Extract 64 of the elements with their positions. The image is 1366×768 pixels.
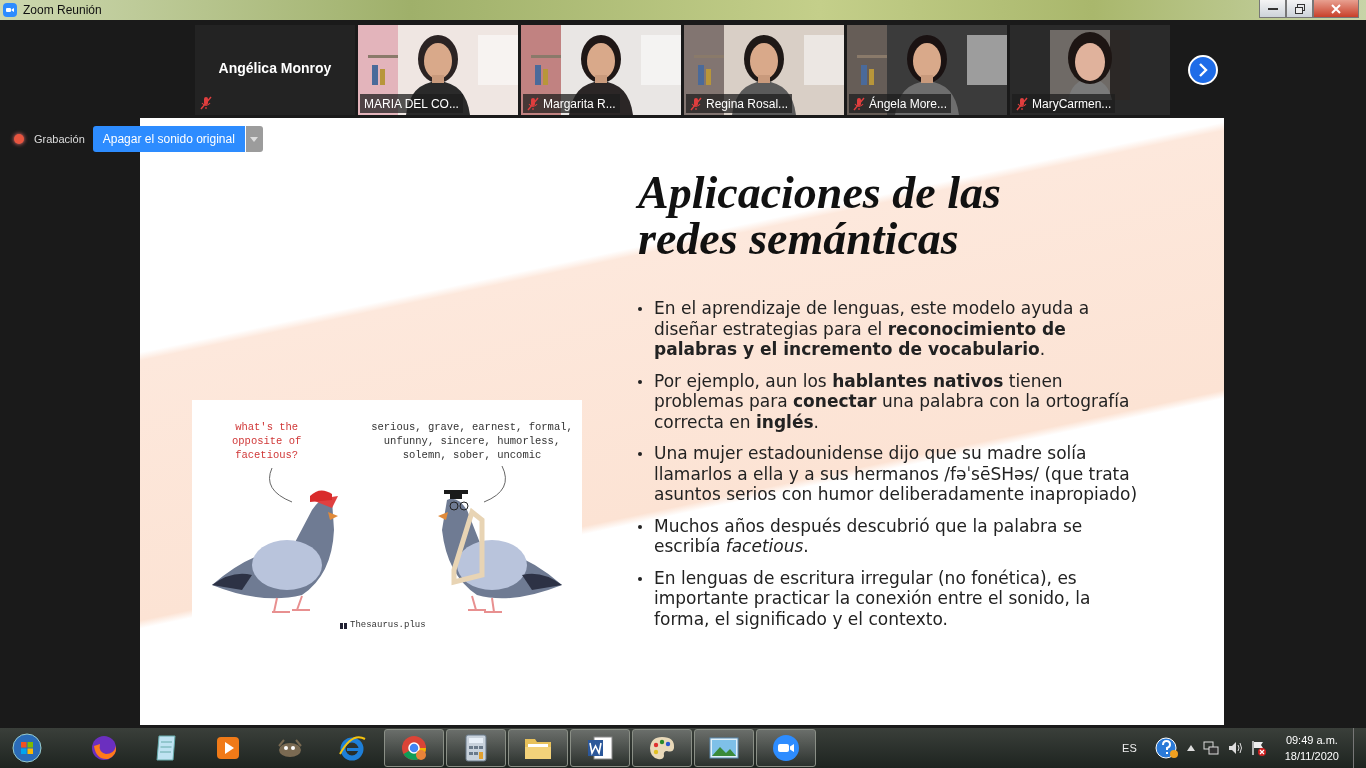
next-page-button[interactable] [1188, 55, 1218, 85]
participant-name: Margarita R... [543, 96, 616, 111]
play-icon [215, 735, 241, 761]
taskbar-app-button[interactable] [756, 729, 816, 767]
bullet-icon [638, 379, 642, 384]
taskbar-app-button[interactable] [570, 729, 630, 767]
palette-icon [648, 735, 676, 761]
bullet-text: En el aprendizaje de lenguas, este modelo ayuda a diseñar estrategias para el reconocimiento de palabras y el incremento de vocabulario. [654, 298, 1091, 360]
participant-tile[interactable]: MaryCarmen... [1010, 25, 1170, 115]
participant-tile[interactable]: Margarita R... [521, 25, 681, 115]
participant-tile[interactable]: MARIA DEL CO... [358, 25, 518, 115]
taskbar-app-button[interactable] [446, 729, 506, 767]
speaker-icon[interactable] [1226, 740, 1243, 756]
taskbar-app-button[interactable] [632, 729, 692, 767]
e-globe-icon [338, 734, 366, 762]
restore-button[interactable] [1286, 0, 1313, 18]
participant-name: MARIA DEL CO... [364, 96, 459, 111]
network-icon[interactable] [1202, 740, 1219, 756]
close-button[interactable] [1313, 0, 1359, 18]
bullet-icon [638, 452, 642, 456]
participant-name: Angélica Monroy [217, 60, 333, 76]
help-icon[interactable] [1154, 737, 1179, 759]
taskbar-app-button[interactable] [508, 729, 568, 767]
bullet-icon [638, 524, 642, 529]
restore-icon [1294, 3, 1305, 14]
recording-label: Grabación [34, 133, 85, 145]
show-hidden-icons-icon[interactable] [1186, 745, 1195, 751]
taskbar-app-button[interactable] [384, 729, 444, 767]
leader-line [269, 467, 293, 503]
bullet-text: Una mujer estadounidense dijo que su madre solía llamarlos a ella y a sus hermanos /fəˈsēSHəs/ (que trata asuntos serios con humor deliberadamente inapropiado) [654, 443, 1138, 505]
window-title: Zoom Reunión [23, 3, 102, 17]
close-icon [1331, 3, 1341, 14]
participant-name: MaryCarmen... [1032, 96, 1112, 111]
bullet-icon [638, 576, 642, 581]
fox-globe-icon [90, 734, 118, 762]
credit-text: Thesaurus.plus [350, 620, 426, 630]
minimize-button[interactable] [1259, 0, 1286, 18]
book-icon [340, 623, 347, 629]
leader-line [483, 465, 506, 503]
clock-date: 18/11/2020 [1284, 749, 1339, 764]
participant-tile[interactable]: Ángela More... [847, 25, 1007, 115]
browser-icon [400, 734, 428, 762]
participant-name: Regina Rosal... [706, 96, 789, 111]
landscape-photo-icon [709, 736, 739, 760]
language-indicator[interactable]: ES [1122, 742, 1137, 754]
bullet-text: En lenguas de escritura irregular (no fonética), es importante practicar la conexión entre el sonido, la forma, el significado y el contexto. [654, 567, 1092, 629]
bullet-icon [638, 307, 642, 311]
bullet-text: Por ejemplo, aun los hablantes nativos tienen problemas para conectar una palabra con la ortografía correcta en inglés. [654, 370, 1131, 432]
clock-time: 09:49 a.m. [1285, 733, 1338, 748]
notepad-icon [153, 734, 179, 762]
answer-text: serious, grave, earnest, formal, unfunny, sincere, humorless, solemn, sober, uncomic [370, 420, 574, 462]
flag-icon[interactable] [1250, 740, 1267, 756]
clock[interactable]: 09:49 a.m. 18/11/2020 [1284, 732, 1339, 764]
camera-icon [3, 3, 17, 17]
document-w-icon [586, 734, 614, 762]
chevron-right-icon [1197, 63, 1209, 77]
participant-tile[interactable]: Regina Rosal... [684, 25, 844, 115]
participant-name: Ángela More... [869, 96, 948, 111]
video-camera-icon [772, 734, 800, 762]
question-text: what's the opposite of facetious? [232, 420, 302, 462]
participant-tile[interactable]: Angélica Monroy [195, 25, 355, 115]
bullet-text: Muchos años después descubrió que la palabra se escribía facetious. [654, 515, 1084, 557]
calculator-icon [465, 734, 487, 762]
taskbar-app-button[interactable] [694, 729, 754, 767]
